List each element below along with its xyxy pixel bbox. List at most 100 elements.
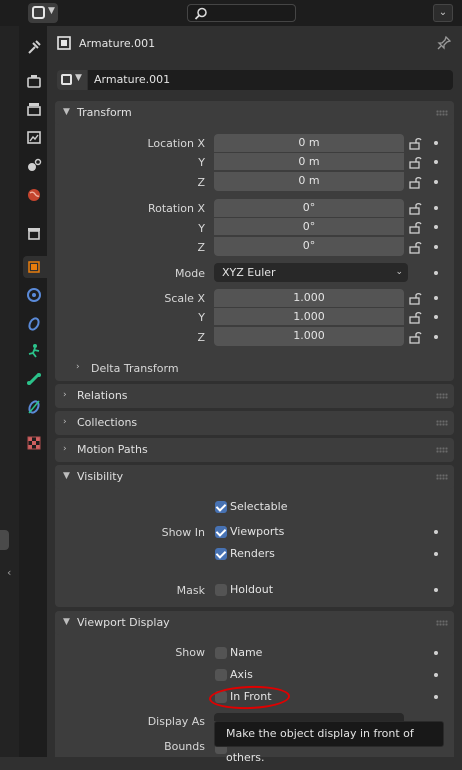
collapsed-panel-handle[interactable] <box>0 530 9 550</box>
object-name-field[interactable]: Armature.001 <box>88 70 453 90</box>
keyframe-dot-icon[interactable] <box>434 160 438 164</box>
lock-icon[interactable] <box>408 220 422 234</box>
lock-icon[interactable] <box>408 310 422 324</box>
keyframe-dot-icon[interactable] <box>434 315 438 319</box>
keyframe-dot-icon[interactable] <box>434 296 438 300</box>
visibility-panel-header[interactable]: ▼ Visibility <box>55 465 454 489</box>
location-x-field[interactable]: 0 m <box>214 134 404 152</box>
drag-grip-icon[interactable] <box>436 110 448 116</box>
rotation-y-field[interactable]: 0° <box>214 217 404 235</box>
keyframe-dot-icon[interactable] <box>434 673 438 677</box>
tab-object-data[interactable] <box>23 340 45 362</box>
drag-grip-icon[interactable] <box>436 447 448 453</box>
lock-icon[interactable] <box>408 330 422 344</box>
axis-checkbox[interactable] <box>215 669 227 681</box>
tab-bone[interactable] <box>23 368 45 390</box>
drag-grip-icon[interactable] <box>436 393 448 399</box>
tab-render[interactable] <box>23 70 45 92</box>
editor-type-dropdown[interactable]: ▼ <box>28 3 58 23</box>
name-checkbox[interactable] <box>215 647 227 659</box>
scale-y-label: Y <box>198 311 205 324</box>
properties-header: ▼ ⌄ <box>0 0 462 26</box>
viewports-checkbox[interactable] <box>215 526 227 538</box>
output-icon <box>27 103 41 116</box>
keyframe-dot-icon[interactable] <box>434 245 438 249</box>
rotation-z-field[interactable]: 0° <box>214 236 404 256</box>
panel-title: Relations <box>77 389 128 402</box>
panel-title: Transform <box>77 106 132 119</box>
keyframe-dot-icon[interactable] <box>434 271 438 275</box>
properties-tabs <box>19 26 47 757</box>
tab-physics[interactable] <box>23 284 45 306</box>
keyframe-dot-icon[interactable] <box>434 552 438 556</box>
keyframe-dot-icon[interactable] <box>434 695 438 699</box>
keyframe-dot-icon[interactable] <box>434 225 438 229</box>
delta-transform-subpanel[interactable]: › Delta Transform <box>76 362 179 375</box>
keyframe-dot-icon[interactable] <box>434 335 438 339</box>
keyframe-dot-icon[interactable] <box>434 530 438 534</box>
lock-icon[interactable] <box>408 291 422 305</box>
keyframe-dot-icon[interactable] <box>434 206 438 210</box>
scale-z-field[interactable]: 1.000 <box>214 326 404 346</box>
tab-world[interactable] <box>23 184 45 206</box>
drag-grip-icon[interactable] <box>436 474 448 480</box>
scale-x-label: Scale X <box>164 292 205 305</box>
show-label: Show <box>175 646 205 659</box>
location-x-label: Location X <box>147 137 205 150</box>
object-icon <box>57 36 71 50</box>
renders-checkbox[interactable] <box>215 548 227 560</box>
location-y-field[interactable]: 0 m <box>214 152 404 170</box>
object-browse-dropdown[interactable]: ▼ <box>57 70 87 90</box>
lock-icon[interactable] <box>408 240 422 254</box>
transform-panel-header[interactable]: ▼ Transform <box>55 101 454 125</box>
location-z-label: Z <box>197 176 205 189</box>
relations-panel-header[interactable]: › Relations <box>55 384 454 408</box>
tab-scene[interactable] <box>23 154 45 176</box>
scene-icon <box>28 158 42 171</box>
object-constraints-icon <box>28 317 40 331</box>
lock-icon[interactable] <box>408 136 422 150</box>
display-as-dropdown[interactable] <box>214 713 404 721</box>
properties-editor-icon <box>32 6 45 19</box>
scale-x-field[interactable]: 1.000 <box>214 289 404 307</box>
rotation-mode-value: XYZ Euler <box>222 266 276 279</box>
keyframe-dot-icon[interactable] <box>434 180 438 184</box>
tab-view-layer[interactable] <box>23 126 45 148</box>
drag-grip-icon[interactable] <box>436 420 448 426</box>
lock-icon[interactable] <box>408 175 422 189</box>
rotation-x-label: Rotation X <box>147 202 205 215</box>
tab-tool[interactable] <box>23 36 45 58</box>
chevron-left-icon[interactable]: ‹ <box>7 566 11 579</box>
chevron-right-icon: › <box>63 390 67 400</box>
search-input[interactable] <box>187 4 296 22</box>
motion-paths-panel-header[interactable]: › Motion Paths <box>55 438 454 462</box>
collections-panel-header[interactable]: › Collections <box>55 411 454 435</box>
tab-texture[interactable] <box>23 432 45 454</box>
chevron-down-icon: ▼ <box>63 107 70 117</box>
lock-icon[interactable] <box>408 155 422 169</box>
tab-output[interactable] <box>23 98 45 120</box>
selectable-checkbox[interactable] <box>215 501 227 513</box>
drag-grip-icon[interactable] <box>436 620 448 626</box>
tab-object-constraints[interactable] <box>23 312 45 334</box>
options-dropdown-button[interactable]: ⌄ <box>433 4 453 22</box>
viewports-label: Viewports <box>230 525 285 538</box>
physics-icon <box>27 288 41 302</box>
keyframe-dot-icon[interactable] <box>434 651 438 655</box>
object-icon <box>28 261 40 273</box>
scale-y-field[interactable]: 1.000 <box>214 307 404 325</box>
holdout-checkbox[interactable] <box>215 584 227 596</box>
tab-bone-constraints[interactable] <box>23 396 45 418</box>
location-z-field[interactable]: 0 m <box>214 171 404 191</box>
tab-object[interactable] <box>23 256 47 278</box>
rotation-mode-dropdown[interactable]: XYZ Euler ⌄ <box>214 263 408 282</box>
chevron-down-icon: ⌄ <box>438 7 448 18</box>
chevron-right-icon: › <box>63 444 67 454</box>
lock-icon[interactable] <box>408 201 422 215</box>
rotation-x-field[interactable]: 0° <box>214 199 404 217</box>
pin-icon[interactable] <box>437 36 451 50</box>
viewport-display-panel-header[interactable]: ▼ Viewport Display <box>55 611 454 635</box>
tab-collection[interactable] <box>23 222 45 244</box>
keyframe-dot-icon[interactable] <box>434 141 438 145</box>
keyframe-dot-icon[interactable] <box>434 588 438 592</box>
